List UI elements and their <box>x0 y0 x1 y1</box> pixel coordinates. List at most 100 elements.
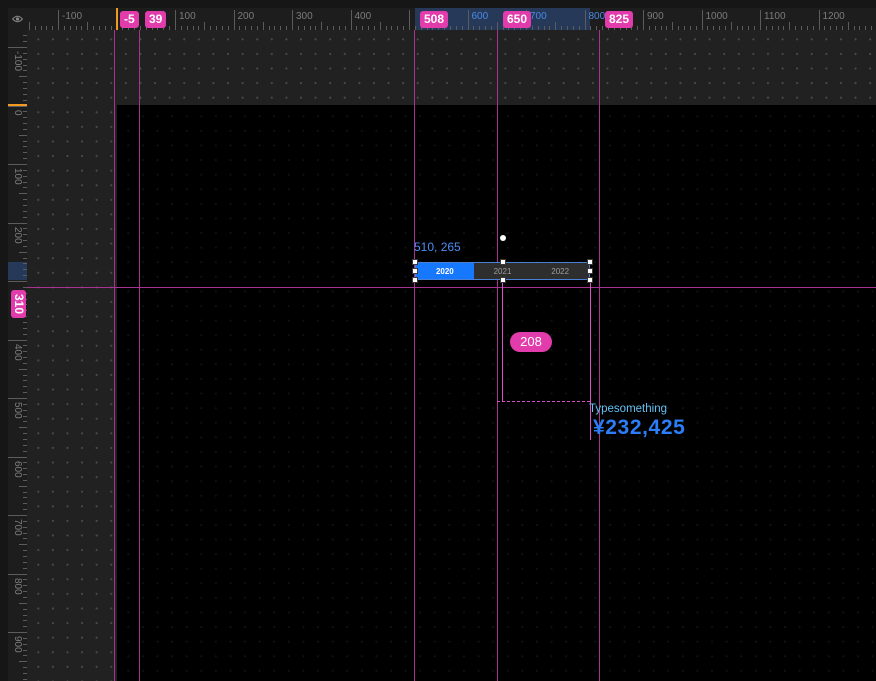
ruler-tick <box>23 64 27 66</box>
ruler-tick <box>567 26 568 30</box>
eye-icon[interactable] <box>12 15 23 23</box>
number-card-widget[interactable]: Typesomething ¥232,425 <box>589 402 685 440</box>
ruler-tick <box>110 26 112 30</box>
ruler-tick <box>414 26 416 30</box>
resize-handle-top-left[interactable] <box>412 259 418 265</box>
ruler-tick <box>397 26 399 30</box>
distance-line-dashed <box>497 401 590 402</box>
ruler-tick <box>19 485 27 487</box>
ruler-tick <box>853 26 855 30</box>
ruler-tick <box>461 26 463 30</box>
ruler-tick <box>40 26 42 30</box>
ruler-label: 1100 <box>764 11 786 22</box>
ruler-tick <box>455 26 457 30</box>
ruler-label: 600 <box>471 11 489 22</box>
ruler-tick <box>23 678 27 680</box>
tab-2022[interactable]: 2022 <box>531 263 589 279</box>
ruler-tick <box>695 26 697 30</box>
ruler-tick <box>23 403 27 405</box>
ruler-tick <box>23 462 27 464</box>
ruler-tick <box>23 585 27 587</box>
ruler-tick <box>23 111 27 113</box>
ruler-tick <box>8 281 27 282</box>
ruler-tick <box>23 614 27 616</box>
guide-line-vertical[interactable] <box>139 30 140 681</box>
guide-badge[interactable]: 650 <box>503 11 532 28</box>
ruler-tick <box>192 26 194 30</box>
ruler-tick <box>23 93 27 95</box>
ruler-tick <box>23 444 27 446</box>
guide-badge[interactable]: 310 <box>11 290 26 319</box>
ruler-tick <box>332 26 334 30</box>
ruler-label: 800 <box>12 577 23 595</box>
rotate-handle[interactable] <box>500 235 506 241</box>
dashboard-editor: 510, 265 2020 2021 2022 208 Typesomethin… <box>0 0 876 681</box>
resize-handle-bottom[interactable] <box>500 277 506 283</box>
ruler-tick <box>23 596 27 598</box>
ruler-tick <box>23 567 27 569</box>
guide-line-horizontal[interactable] <box>27 287 876 288</box>
ruler-tick <box>233 10 235 30</box>
ruler-tick <box>23 187 27 189</box>
ruler-tick <box>19 661 27 663</box>
ruler-corner[interactable] <box>8 8 27 30</box>
ruler-tick <box>23 538 27 540</box>
ruler-tick <box>23 667 27 669</box>
ruler-tick <box>830 26 832 30</box>
ruler-tick <box>23 561 27 563</box>
resize-handle-bottom-right[interactable] <box>587 277 593 283</box>
ruler-label: 800 <box>588 11 606 22</box>
ruler-tick <box>789 22 791 30</box>
resize-handle-top[interactable] <box>500 259 506 265</box>
guide-line-vertical[interactable] <box>599 30 600 681</box>
ruler-tick <box>812 26 814 30</box>
guide-badge[interactable]: 39 <box>145 11 167 28</box>
ruler-tick <box>23 333 27 335</box>
ruler-tick <box>23 520 27 522</box>
resize-handle-top-right[interactable] <box>587 259 593 265</box>
ruler-tick <box>23 82 27 84</box>
ruler-tick <box>800 26 802 30</box>
guide-line-vertical[interactable] <box>497 30 498 681</box>
ruler-tick <box>724 26 726 30</box>
ruler-tick <box>736 26 738 30</box>
ruler-tick <box>602 26 603 30</box>
ruler-tick <box>23 380 27 382</box>
ruler-label: 500 <box>12 402 23 419</box>
ruler-tick <box>280 26 282 30</box>
ruler-tick <box>23 351 27 353</box>
ruler-tick <box>251 26 252 30</box>
ruler-tick <box>689 26 691 30</box>
ruler-tick <box>23 479 27 481</box>
guide-line-vertical[interactable] <box>114 30 115 681</box>
ruler-tick <box>23 146 27 148</box>
ruler-tick <box>34 26 36 30</box>
ruler-tick <box>221 26 223 30</box>
ruler-tick <box>23 58 27 60</box>
resize-handle-right[interactable] <box>587 268 593 274</box>
ruler-tick <box>175 10 176 30</box>
ruler-tick <box>23 362 27 364</box>
guide-badge[interactable]: 825 <box>605 11 634 28</box>
ruler-tick <box>23 503 27 505</box>
ruler-tick <box>23 649 27 651</box>
ruler-tick <box>23 199 27 201</box>
ruler-tick <box>186 26 188 30</box>
ruler-tick <box>754 26 756 30</box>
guide-badge[interactable]: -5 <box>120 11 139 28</box>
ruler-tick <box>537 26 539 30</box>
tab-2020[interactable]: 2020 <box>416 263 474 279</box>
ruler-tick <box>19 544 27 546</box>
ruler-label: 1000 <box>705 11 728 22</box>
ruler-tick <box>23 158 27 160</box>
guide-badge[interactable]: 508 <box>420 11 449 28</box>
ruler-label: 100 <box>179 11 196 22</box>
resize-handle-left[interactable] <box>412 268 418 274</box>
ruler-tick <box>701 10 703 30</box>
ruler-tick <box>198 26 200 30</box>
ruler-tick <box>315 26 317 30</box>
guide-line-vertical[interactable] <box>414 30 415 681</box>
ruler-label: -100 <box>62 11 83 22</box>
resize-handle-bottom-left[interactable] <box>412 277 418 283</box>
left-ruler[interactable]: -100 0 100 200 400 500 600 700 800 900 <box>8 30 27 681</box>
